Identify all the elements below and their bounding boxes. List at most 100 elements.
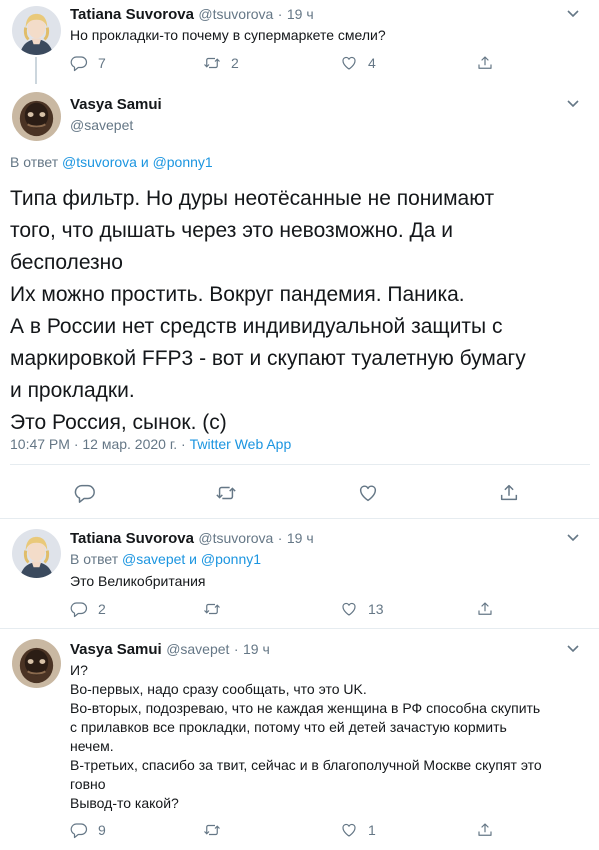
user-name[interactable]: Vasya Samui bbox=[70, 96, 162, 113]
tweet-timestamp[interactable]: 10:47 PM · 12 мар. 2020 г. bbox=[10, 436, 177, 452]
retweet-icon bbox=[215, 482, 237, 504]
retweet-button[interactable]: 2 bbox=[203, 54, 239, 72]
reply-count: 7 bbox=[98, 55, 106, 71]
retweet-button[interactable] bbox=[203, 600, 221, 618]
tweet-header: Vasya Samui @savepet · 19 ч bbox=[70, 641, 270, 659]
like-count: 4 bbox=[368, 55, 376, 71]
reply-icon bbox=[70, 54, 88, 72]
tweet-line: говно bbox=[70, 776, 106, 792]
reply-button[interactable]: 9 bbox=[70, 821, 106, 839]
heart-icon bbox=[357, 482, 379, 504]
reply-icon bbox=[70, 821, 88, 839]
tweet-time[interactable]: 19 ч bbox=[243, 641, 270, 657]
reply-mention[interactable]: @savepet bbox=[122, 551, 185, 567]
tweet-line: И? bbox=[70, 662, 88, 678]
tweet-vasya-focused: Vasya Samui @savepet В ответ @tsuvorova … bbox=[0, 82, 599, 518]
tweet-line: Вывод-то какой? bbox=[70, 795, 179, 811]
share-button[interactable] bbox=[498, 482, 520, 504]
reply-icon bbox=[70, 600, 88, 618]
reply-button[interactable]: 7 bbox=[70, 54, 106, 72]
reply-mention[interactable]: @tsuvorova bbox=[62, 154, 137, 170]
retweet-icon bbox=[203, 600, 221, 618]
avatar[interactable] bbox=[12, 92, 61, 141]
share-icon bbox=[476, 54, 494, 72]
tweet-header: Tatiana Suvorova @tsuvorova · 19 ч bbox=[70, 6, 314, 24]
share-button[interactable] bbox=[476, 54, 494, 72]
tweet-line: бесполезно bbox=[10, 251, 123, 274]
like-button[interactable]: 4 bbox=[340, 54, 376, 72]
reply-button[interactable]: 2 bbox=[70, 600, 106, 618]
chevron-down-icon[interactable] bbox=[566, 99, 580, 109]
tweet-meta: 10:47 PM · 12 мар. 2020 г. · Twitter Web… bbox=[10, 436, 291, 452]
heart-icon bbox=[340, 600, 358, 618]
tweet-text: Это Великобритания bbox=[70, 573, 206, 589]
like-count: 1 bbox=[368, 822, 376, 838]
tweet-line: Во-первых, надо сразу сообщать, что это … bbox=[70, 681, 367, 697]
like-button[interactable]: 1 bbox=[340, 821, 376, 839]
retweet-button[interactable] bbox=[203, 821, 221, 839]
reply-icon bbox=[74, 482, 96, 504]
tweet-header: Tatiana Suvorova @tsuvorova · 19 ч bbox=[70, 530, 314, 548]
like-count: 13 bbox=[368, 601, 384, 617]
tweet-text: Типа фильтр. Но дуры неотёсанные не пони… bbox=[10, 183, 526, 439]
reply-to-line: В ответ @tsuvorova и @ponny1 bbox=[10, 154, 213, 170]
share-icon bbox=[476, 821, 494, 839]
chevron-down-icon[interactable] bbox=[566, 533, 580, 543]
divider bbox=[10, 464, 590, 465]
tweet-line: Типа фильтр. Но дуры неотёсанные не пони… bbox=[10, 187, 495, 210]
tweet-line: и прокладки. bbox=[10, 379, 135, 402]
like-button[interactable] bbox=[357, 482, 379, 504]
dot-separator: · bbox=[277, 530, 283, 546]
share-icon bbox=[498, 482, 520, 504]
tweet-line: маркировкой FFP3 - вот и скупают туалетн… bbox=[10, 347, 526, 370]
tweet-tatiana-parent: Tatiana Suvorova @tsuvorova · 19 ч Но пр… bbox=[0, 0, 599, 84]
user-handle[interactable]: @tsuvorova bbox=[198, 6, 273, 22]
chevron-down-icon[interactable] bbox=[566, 644, 580, 654]
tweet-line: Это Россия, сынок. (с) bbox=[10, 411, 227, 434]
tweet-line: Во-вторых, подозреваю, что не каждая жен… bbox=[70, 700, 541, 716]
avatar[interactable] bbox=[12, 639, 61, 688]
like-button[interactable]: 13 bbox=[340, 600, 384, 618]
reply-count: 9 bbox=[98, 822, 106, 838]
reply-to-label: В ответ bbox=[70, 551, 119, 567]
reply-button[interactable] bbox=[74, 482, 96, 504]
retweet-button[interactable] bbox=[215, 482, 237, 504]
reply-mention[interactable]: @ponny1 bbox=[153, 154, 213, 170]
thread-line bbox=[35, 57, 37, 84]
tweet-text: И? Во-первых, надо сразу сообщать, что э… bbox=[70, 661, 542, 813]
heart-icon bbox=[340, 821, 358, 839]
avatar[interactable] bbox=[12, 6, 61, 55]
share-button[interactable] bbox=[476, 600, 494, 618]
retweet-icon bbox=[203, 821, 221, 839]
tweet-source[interactable]: Twitter Web App bbox=[190, 436, 292, 452]
tweet-line: нечем. bbox=[70, 738, 114, 754]
dot-separator: · bbox=[181, 436, 186, 452]
heart-icon bbox=[340, 54, 358, 72]
reply-mention[interactable]: @ponny1 bbox=[201, 551, 261, 567]
chevron-down-icon[interactable] bbox=[566, 9, 580, 19]
tweet-vasya-reply: Vasya Samui @savepet · 19 ч И? Во-первых… bbox=[0, 629, 599, 850]
share-button[interactable] bbox=[476, 821, 494, 839]
tweet-time[interactable]: 19 ч bbox=[287, 530, 314, 546]
dot-separator: · bbox=[233, 641, 239, 657]
user-name[interactable]: Vasya Samui bbox=[70, 641, 162, 658]
reply-and[interactable]: и bbox=[141, 154, 149, 170]
tweet-text: Но прокладки-то почему в супермаркете см… bbox=[70, 27, 386, 43]
reply-to-line: В ответ @savepet и @ponny1 bbox=[70, 551, 261, 567]
tweet-line: А в России нет средств индивидуальной за… bbox=[10, 315, 503, 338]
user-handle[interactable]: @tsuvorova bbox=[198, 530, 273, 546]
tweet-line: Их можно простить. Вокруг пандемия. Пани… bbox=[10, 283, 465, 306]
user-handle[interactable]: @savepet bbox=[166, 641, 229, 657]
tweet-line: с прилавков все прокладки, потому что ей… bbox=[70, 719, 507, 735]
reply-count: 2 bbox=[98, 601, 106, 617]
tweet-line: того, что дышать через это невозможно. Д… bbox=[10, 219, 453, 242]
reply-to-label: В ответ bbox=[10, 154, 59, 170]
user-handle[interactable]: @savepet bbox=[70, 117, 133, 133]
user-name[interactable]: Tatiana Suvorova bbox=[70, 530, 194, 547]
avatar[interactable] bbox=[12, 529, 61, 578]
reply-and[interactable]: и bbox=[189, 551, 197, 567]
tweet-tatiana-reply: Tatiana Suvorova @tsuvorova · 19 ч В отв… bbox=[0, 519, 599, 631]
dot-separator: · bbox=[277, 6, 283, 22]
tweet-time[interactable]: 19 ч bbox=[287, 6, 314, 22]
user-name[interactable]: Tatiana Suvorova bbox=[70, 6, 194, 23]
